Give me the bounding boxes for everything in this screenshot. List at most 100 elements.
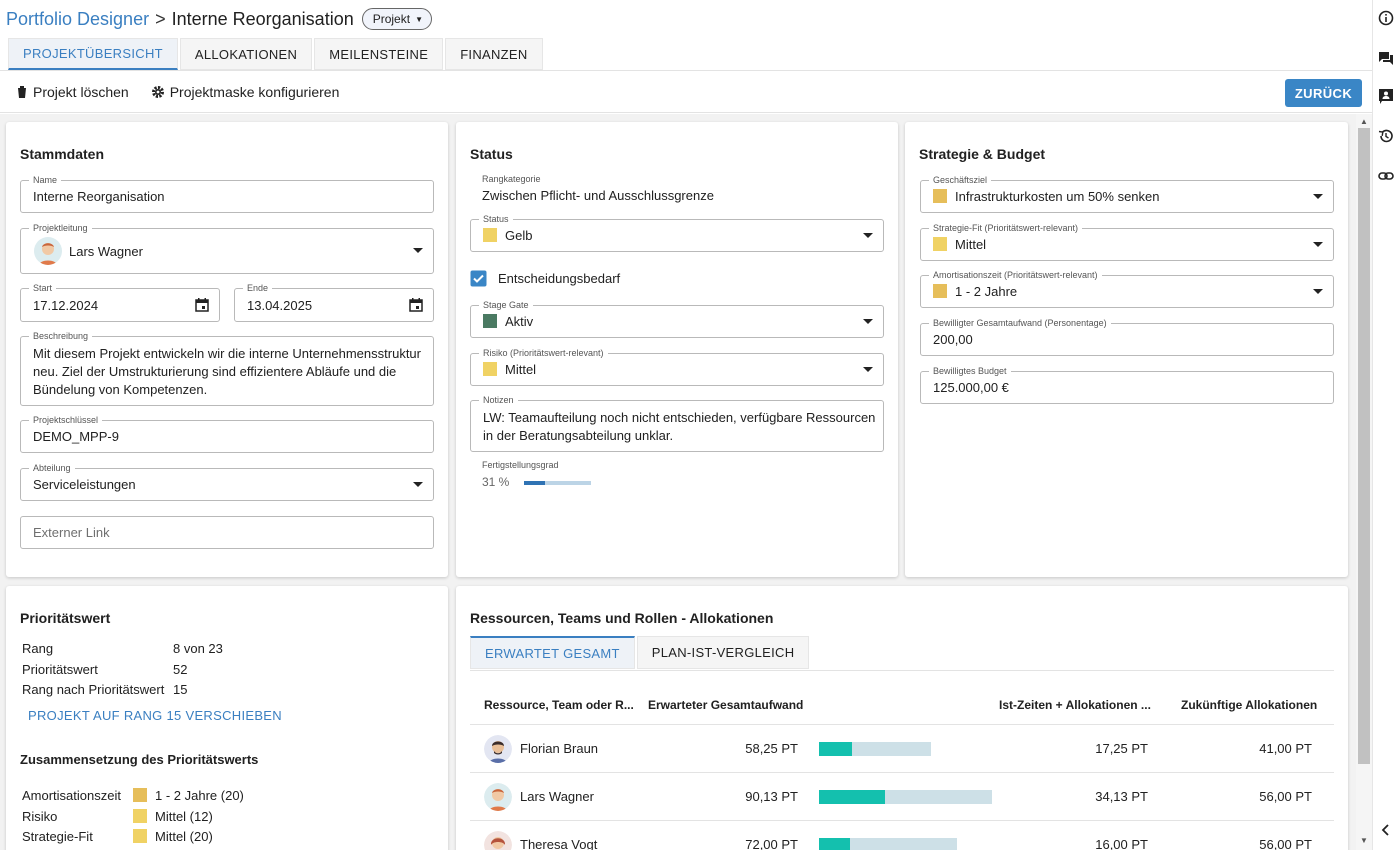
progress-bar xyxy=(524,481,591,485)
tab-plan-ist-vergleich[interactable]: PLAN-IST-VERGLEICH xyxy=(636,636,810,669)
delete-project-label: Projekt löschen xyxy=(33,83,129,100)
table-row[interactable]: Florian Braun 58,25 PT 17,25 PT 41,00 PT xyxy=(470,724,1334,772)
chevron-down-icon xyxy=(413,248,423,253)
tab-meilensteine[interactable]: MEILENSTEINE xyxy=(314,38,444,70)
scrollbar-thumb[interactable] xyxy=(1358,128,1370,764)
delete-project-button[interactable]: Projekt löschen xyxy=(16,84,129,100)
card-status: Status Rangkategorie Zwischen Pflicht- u… xyxy=(456,122,898,577)
project-key-value: DEMO_MPP-9 xyxy=(33,429,119,444)
calendar-icon[interactable] xyxy=(409,298,423,312)
notes-label: Notizen xyxy=(479,395,518,405)
end-date-value: 13.04.2025 xyxy=(247,298,313,313)
col-header-expected[interactable]: Erwarteter Gesamtaufwand xyxy=(648,698,803,712)
tab-finanzen[interactable]: FINANZEN xyxy=(445,38,543,70)
calendar-icon[interactable] xyxy=(195,298,209,312)
rank-category-label: Rangkategorie xyxy=(482,174,541,184)
description-line-1: Mit diesem Projekt entwickeln wir die in… xyxy=(33,346,421,361)
business-goal-select[interactable]: Geschäftsziel Infrastrukturkosten um 50%… xyxy=(920,175,1334,213)
project-key-field[interactable]: Projektschlüssel DEMO_MPP-9 xyxy=(20,415,434,453)
name-field[interactable]: Name Interne Reorganisation xyxy=(20,175,434,213)
table-row[interactable]: Theresa Vogt 72,00 PT 16,00 PT 56,00 PT xyxy=(470,820,1334,850)
col-header-actual[interactable]: Ist-Zeiten + Allokationen ... xyxy=(999,698,1151,712)
avatar-lars-wagner-icon xyxy=(34,237,62,265)
move-rank-link[interactable]: PROJEKT AUF RANG 15 VERSCHIEBEN xyxy=(28,708,282,723)
checkbox-checked-icon[interactable] xyxy=(470,270,487,287)
trash-icon xyxy=(17,85,27,98)
scroll-up-icon[interactable]: ▲ xyxy=(1360,117,1368,126)
payback-label: Amortisationszeit (Prioritätswert-releva… xyxy=(929,270,1102,280)
approved-effort-field[interactable]: Bewilligter Gesamtaufwand (Personentage)… xyxy=(920,318,1334,356)
alloc-subtabs: ERWARTET GESAMT PLAN-IST-VERGLEICH xyxy=(470,636,811,669)
row-actual-bar-fill xyxy=(819,838,850,850)
end-date-field[interactable]: Ende 13.04.2025 xyxy=(234,283,434,322)
stage-gate-select[interactable]: Stage Gate Aktiv xyxy=(470,300,884,338)
comp-risk-key: Risiko xyxy=(22,809,58,824)
strategy-fit-value: Mittel xyxy=(955,237,987,252)
business-goal-label: Geschäftsziel xyxy=(929,175,992,185)
contact-card-icon[interactable] xyxy=(1378,88,1394,104)
chevron-down-icon xyxy=(413,481,423,487)
prio-value-key: Prioritätswert xyxy=(22,662,98,677)
link-icon[interactable] xyxy=(1378,168,1394,184)
progress-text: 31 % xyxy=(482,475,510,489)
comp-payback-value: 1 - 2 Jahre (20) xyxy=(155,788,244,803)
progress-bar-fill xyxy=(524,481,545,485)
approved-budget-value: 125.000,00 € xyxy=(933,380,1009,395)
row-actual: 34,13 PT xyxy=(1095,789,1148,804)
right-rail xyxy=(1372,0,1397,850)
payback-select[interactable]: Amortisationszeit (Prioritätswert-releva… xyxy=(920,270,1334,308)
comp-payback-swatch xyxy=(133,788,147,802)
project-lead-select[interactable]: Projektleitung Lars Wagner xyxy=(20,223,434,274)
notes-field[interactable]: Notizen LW: Teamaufteilung noch nicht en… xyxy=(470,395,884,452)
status-select[interactable]: Status Gelb xyxy=(470,214,884,252)
name-field-value: Interne Reorganisation xyxy=(33,189,165,204)
department-select[interactable]: Abteilung Serviceleistungen xyxy=(20,463,434,501)
prio-rank-value: 8 von 23 xyxy=(173,641,223,656)
avatar-theresa-vogt-icon xyxy=(484,831,512,850)
decision-label: Entscheidungsbedarf xyxy=(498,270,621,286)
risk-select[interactable]: Risiko (Prioritätswert-relevant) Mittel xyxy=(470,348,884,386)
decision-checkbox[interactable]: Entscheidungsbedarf xyxy=(470,269,620,287)
tab-erwartet-gesamt[interactable]: ERWARTET GESAMT xyxy=(470,636,635,669)
collapse-left-icon[interactable] xyxy=(1378,822,1394,838)
stammdaten-title: Stammdaten xyxy=(20,146,105,162)
card-strategie-budget: Strategie & Budget Geschäftsziel Infrast… xyxy=(905,122,1348,577)
col-header-resource[interactable]: Ressource, Team oder R... xyxy=(484,698,634,712)
description-line-3: Bündelung von Kompetenzen. xyxy=(33,382,208,397)
tab-projektuebersicht[interactable]: PROJEKTÜBERSICHT xyxy=(8,38,178,70)
history-icon[interactable] xyxy=(1378,128,1394,144)
card-prioritaetswert: Prioritätswert Rang 8 von 23 Prioritätsw… xyxy=(6,586,448,850)
tab-allokationen[interactable]: ALLOKATIONEN xyxy=(179,38,313,70)
col-header-future[interactable]: Zukünftige Allokationen xyxy=(1181,698,1317,712)
description-field[interactable]: Beschreibung Mit diesem Projekt entwicke… xyxy=(20,331,434,406)
start-date-field[interactable]: Start 17.12.2024 xyxy=(20,283,220,322)
stage-gate-label: Stage Gate xyxy=(479,300,533,310)
row-actual-bar-fill xyxy=(819,742,852,756)
external-link-input[interactable]: Externer Link xyxy=(20,516,434,549)
subtabs-divider xyxy=(470,670,1334,671)
start-date-label: Start xyxy=(29,283,57,293)
prio-value-value: 52 xyxy=(173,662,188,677)
info-icon[interactable] xyxy=(1378,10,1394,26)
type-chip[interactable]: Projekt ▼ xyxy=(361,8,432,30)
chevron-down-icon xyxy=(1313,193,1323,199)
chevron-down-icon xyxy=(863,232,873,238)
approved-budget-field[interactable]: Bewilligtes Budget 125.000,00 € xyxy=(920,366,1334,404)
content-scrollbar[interactable]: ▲ ▼ xyxy=(1356,114,1372,850)
table-row[interactable]: Lars Wagner 90,13 PT 34,13 PT 56,00 PT xyxy=(470,772,1334,820)
strategy-fit-select[interactable]: Strategie-Fit (Prioritätswert-relevant) … xyxy=(920,223,1334,261)
notes-line-1: LW: Teamaufteilung noch nicht entschiede… xyxy=(483,410,876,425)
goal-color-swatch xyxy=(933,189,947,203)
notes-line-2: in der Beratungsabteilung unklar. xyxy=(483,428,674,443)
row-future: 56,00 PT xyxy=(1259,837,1312,850)
card-stammdaten: Stammdaten Name Interne Reorganisation P… xyxy=(6,122,448,577)
comp-payback-key: Amortisationszeit xyxy=(22,788,121,803)
configure-mask-button[interactable]: Projektmaske konfigurieren xyxy=(151,84,339,100)
scroll-down-icon[interactable]: ▼ xyxy=(1360,836,1368,845)
description-line-2: neu. Ziel der Umstrukturierung sind effi… xyxy=(33,364,397,379)
breadcrumb-app-link[interactable]: Portfolio Designer xyxy=(6,9,149,30)
status-title: Status xyxy=(470,146,513,162)
avatar xyxy=(484,783,512,811)
chat-icon[interactable] xyxy=(1378,50,1394,66)
back-button[interactable]: ZURÜCK xyxy=(1285,79,1362,107)
